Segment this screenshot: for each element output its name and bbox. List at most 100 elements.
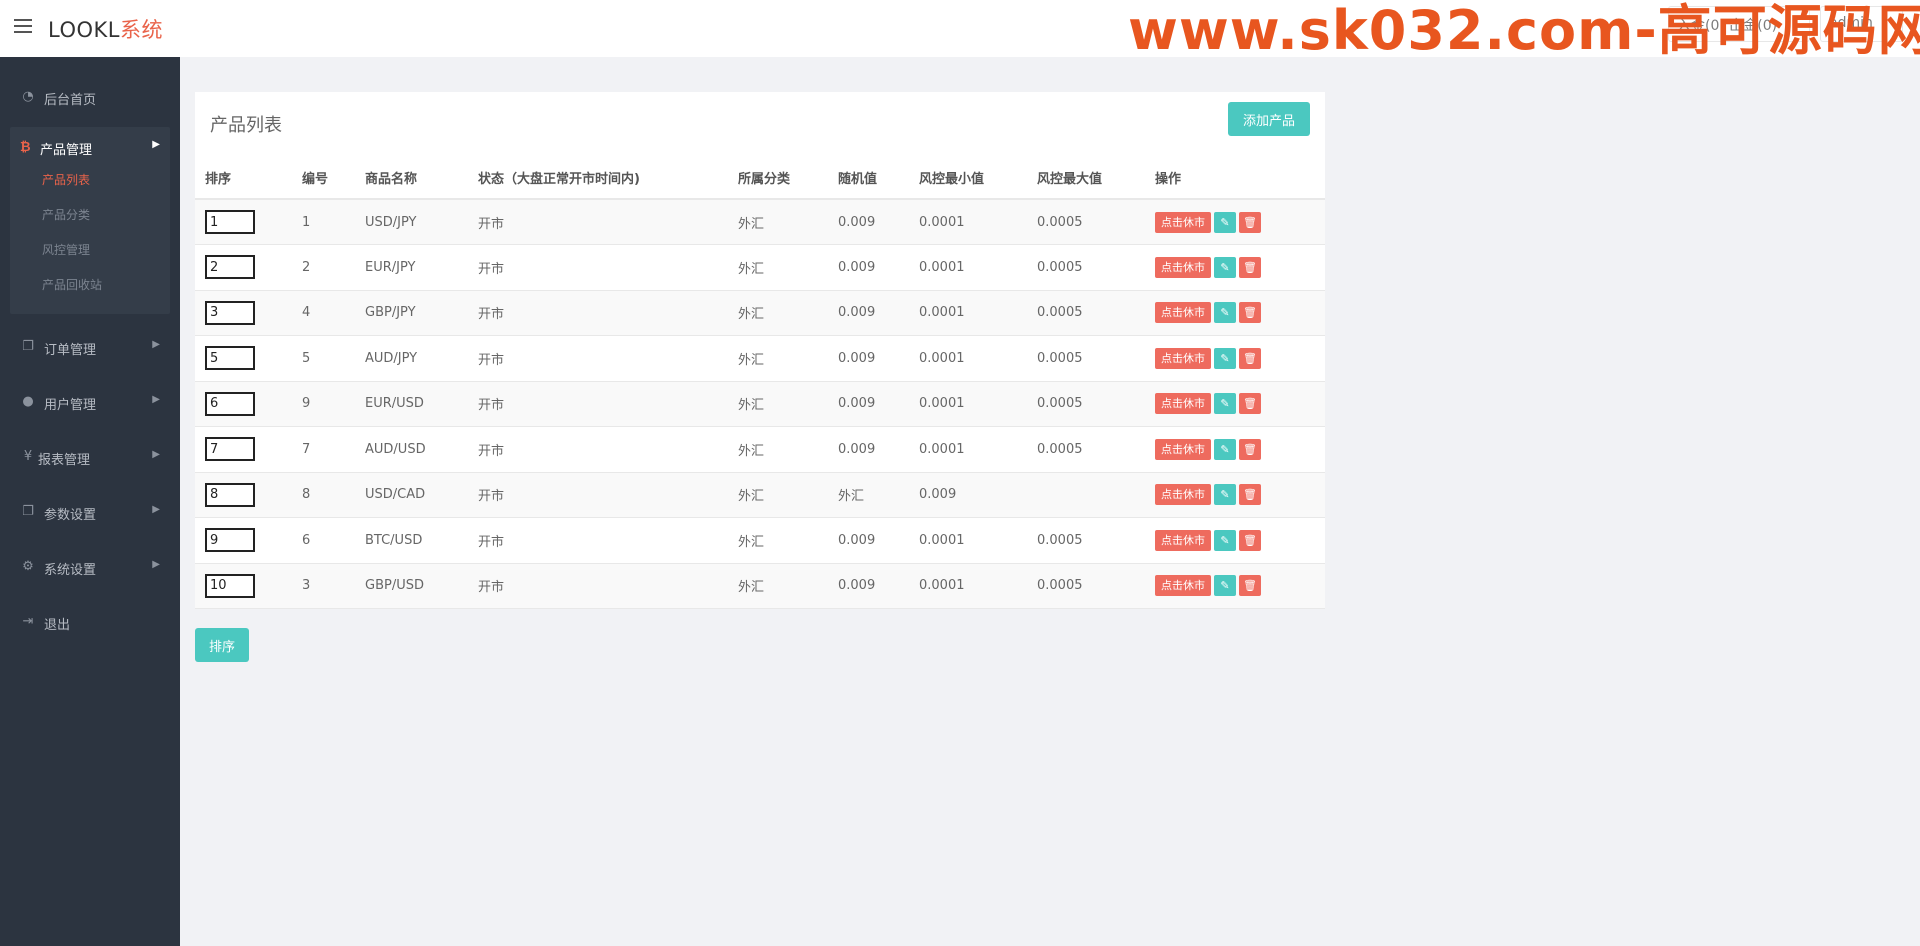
top-bar: LOOKL系统 入金(0) 出金(0) admin www.sk032.com-… xyxy=(0,0,1920,62)
sidebar-subitem-product-category[interactable]: 产品分类 xyxy=(42,206,90,223)
sort-order-input[interactable] xyxy=(205,210,255,234)
cell-sort xyxy=(195,426,292,473)
cell-sort xyxy=(195,199,292,245)
table-row: 4GBP/JPY开市外汇0.0090.00010.0005点击休市✎🗑 xyxy=(195,290,1325,336)
cell-name: GBP/JPY xyxy=(355,290,468,336)
app-logo: LOOKL系统 xyxy=(48,18,163,42)
edit-icon[interactable]: ✎ xyxy=(1214,256,1236,278)
edit-icon[interactable]: ✎ xyxy=(1214,347,1236,369)
col-header-category: 所属分类 xyxy=(728,157,828,200)
cell-status: 开市 xyxy=(468,472,728,518)
sort-order-input[interactable] xyxy=(205,437,255,462)
cell-id: 5 xyxy=(292,335,355,382)
trash-icon[interactable]: 🗑 xyxy=(1239,529,1261,551)
edit-icon[interactable]: ✎ xyxy=(1214,529,1236,551)
pause-market-button[interactable]: 点击休市 xyxy=(1155,256,1211,278)
cell-category: 外汇 xyxy=(728,472,828,518)
add-product-button[interactable]: 添加产品 xyxy=(1228,102,1310,136)
sidebar-item-products[interactable]: ₿ 产品管理 ▶ xyxy=(10,127,170,167)
sidebar-item-params[interactable]: ❐ 参数设置 ▶ xyxy=(0,492,180,532)
sidebar-subitem-product-list[interactable]: 产品列表 xyxy=(42,171,90,188)
cell-name: USD/JPY xyxy=(355,199,468,245)
sort-submit-button[interactable]: 排序 xyxy=(195,628,249,662)
menu-toggle-icon[interactable] xyxy=(14,19,32,35)
trash-icon[interactable]: 🗑 xyxy=(1239,211,1261,233)
cell-status: 开市 xyxy=(468,381,728,427)
edit-icon[interactable]: ✎ xyxy=(1214,211,1236,233)
watermark: www.sk032.com-高可源码网 xyxy=(1128,0,1920,62)
col-header-id: 编号 xyxy=(292,157,355,200)
cell-sort xyxy=(195,517,292,564)
cell-risk-min: 0.0001 xyxy=(909,563,1027,609)
pause-market-button[interactable]: 点击休市 xyxy=(1155,211,1211,233)
cell-sort xyxy=(195,472,292,518)
sort-order-input[interactable] xyxy=(205,346,255,371)
edit-icon[interactable]: ✎ xyxy=(1214,575,1236,597)
sidebar-subitem-recycle-bin[interactable]: 产品回收站 xyxy=(42,276,102,293)
sort-order-input[interactable] xyxy=(205,255,255,280)
sidebar-item-dashboard[interactable]: ◔ 后台首页 xyxy=(0,77,180,117)
caret-right-icon: ▶ xyxy=(152,559,160,570)
caret-right-icon: ▶ xyxy=(152,394,160,405)
cell-sort xyxy=(195,335,292,382)
cell-category: 外汇 xyxy=(728,563,828,609)
pause-market-button[interactable]: 点击休市 xyxy=(1155,393,1211,415)
table-row: 7AUD/USD开市外汇0.0090.00010.0005点击休市✎🗑 xyxy=(195,426,1325,473)
cell-status: 开市 xyxy=(468,563,728,609)
page-title: 产品列表 xyxy=(210,115,282,136)
cell-name: AUD/JPY xyxy=(355,335,468,382)
sidebar-item-logout[interactable]: ⇥ 退出 xyxy=(0,602,180,642)
sidebar-item-users[interactable]: ● 用户管理 ▶ xyxy=(0,382,180,422)
sidebar-item-reports[interactable]: ¥ 报表管理 ▶ xyxy=(0,437,180,477)
cell-risk-min: 0.009 xyxy=(909,472,1027,518)
cell-category: 外汇 xyxy=(728,426,828,473)
sort-order-input[interactable] xyxy=(205,391,255,416)
col-header-name: 商品名称 xyxy=(355,157,468,200)
bitcoin-icon: ₿ xyxy=(20,140,31,155)
col-header-status: 状态（大盘正常开市时间内) xyxy=(468,157,728,200)
pause-market-button[interactable]: 点击休市 xyxy=(1155,438,1211,460)
trash-icon[interactable]: 🗑 xyxy=(1239,393,1261,415)
cell-risk-min: 0.0001 xyxy=(909,517,1027,564)
cell-risk-max: 0.0005 xyxy=(1027,381,1145,427)
pause-market-button[interactable]: 点击休市 xyxy=(1155,529,1211,551)
sort-order-input[interactable] xyxy=(205,300,255,325)
sort-order-input[interactable] xyxy=(205,528,255,553)
pause-market-button[interactable]: 点击休市 xyxy=(1155,347,1211,369)
cell-id: 9 xyxy=(292,381,355,427)
edit-icon[interactable]: ✎ xyxy=(1214,484,1236,506)
table-row: 1USD/JPY开市外汇0.0090.00010.0005点击休市✎🗑 xyxy=(195,199,1325,245)
cell-status: 开市 xyxy=(468,335,728,382)
cell-actions: 点击休市 ✎ 🗑 xyxy=(1145,290,1325,336)
yen-icon: ¥ xyxy=(23,449,33,464)
trash-icon[interactable]: 🗑 xyxy=(1239,484,1261,506)
cell-sort xyxy=(195,563,292,609)
cell-name: EUR/JPY xyxy=(355,244,468,291)
sidebar-item-system[interactable]: ⚙ 系统设置 ▶ xyxy=(0,547,180,587)
pause-market-button[interactable]: 点击休市 xyxy=(1155,484,1211,506)
cell-risk-max xyxy=(1027,472,1145,518)
sort-order-input[interactable] xyxy=(205,573,255,598)
trash-icon[interactable]: 🗑 xyxy=(1239,302,1261,324)
cell-risk-min: 0.0001 xyxy=(909,244,1027,291)
edit-icon[interactable]: ✎ xyxy=(1214,438,1236,460)
trash-icon[interactable]: 🗑 xyxy=(1239,347,1261,369)
sidebar-item-orders[interactable]: ❐ 订单管理 ▶ xyxy=(0,327,180,367)
trash-icon[interactable]: 🗑 xyxy=(1239,438,1261,460)
cell-category: 外汇 xyxy=(728,199,828,245)
cell-actions: 点击休市 ✎ 🗑 xyxy=(1145,472,1325,518)
pause-market-button[interactable]: 点击休市 xyxy=(1155,302,1211,324)
cell-status: 开市 xyxy=(468,517,728,564)
sort-order-input[interactable] xyxy=(205,482,255,507)
table-row: 8USD/CAD开市外汇外汇0.009点击休市✎🗑 xyxy=(195,472,1325,518)
trash-icon[interactable]: 🗑 xyxy=(1239,256,1261,278)
edit-icon[interactable]: ✎ xyxy=(1214,302,1236,324)
trash-icon[interactable]: 🗑 xyxy=(1239,575,1261,597)
cell-risk-max: 0.0005 xyxy=(1027,426,1145,473)
edit-icon[interactable]: ✎ xyxy=(1214,393,1236,415)
cell-sort xyxy=(195,290,292,336)
table-row: 3GBP/USD开市外汇0.0090.00010.0005点击休市✎🗑 xyxy=(195,563,1325,609)
sidebar-subitem-risk-control[interactable]: 风控管理 xyxy=(42,241,90,258)
pause-market-button[interactable]: 点击休市 xyxy=(1155,575,1211,597)
cell-risk-min: 0.0001 xyxy=(909,290,1027,336)
